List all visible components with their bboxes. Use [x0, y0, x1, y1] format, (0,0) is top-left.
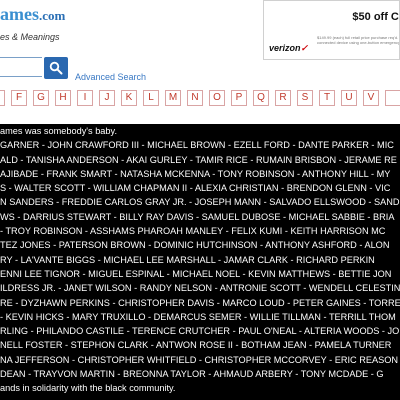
memorial-line: S - WALTER SCOTT - WILLIAM CHAPMAN II - …: [0, 183, 391, 194]
logo-suffix: .com: [39, 8, 66, 23]
ad-fine-print: $149.99 (each) full retail price purchas…: [317, 35, 400, 45]
memorial-line: NA JEFFERSON - CHRISTOPHER WHITFIELD - C…: [0, 354, 400, 365]
letter-link-w-partial[interactable]: [385, 90, 400, 106]
memorial-line: - KEVIN HICKS - MARY TRUXILLO - DEMARCUS…: [0, 311, 396, 322]
memorial-line: RLING - PHILANDO CASTILE - TERENCE CRUTC…: [0, 326, 400, 337]
memorial-line: TEZ JONES - PATERSON BROWN - DOMINIC HUT…: [0, 240, 390, 251]
letter-link-e-partial[interactable]: [0, 90, 5, 106]
memorial-line: - TROY ROBINSON - ASSHAMS PHAROAH MANLEY…: [0, 226, 386, 237]
letter-link-f[interactable]: F: [11, 90, 27, 106]
advanced-search-link[interactable]: Advanced Search: [75, 72, 146, 82]
letter-link-m[interactable]: M: [165, 90, 181, 106]
letter-link-r[interactable]: R: [275, 90, 291, 106]
logo-text: ames: [0, 4, 39, 24]
memorial-line: RY - LA'VANTE BIGGS - MICHAEL LEE MARSHA…: [0, 254, 375, 265]
memorial-line: ILDRESS JR. - JANET WILSON - RANDY NELSO…: [0, 283, 400, 294]
ad-brand-logo: verizon✓: [269, 43, 308, 54]
advertisement-banner[interactable]: $50 off Ca $149.99 (each) full retail pr…: [263, 0, 400, 60]
memorial-banner: ames was somebody's baby. GARNER - JOHN …: [0, 124, 400, 400]
letter-link-s[interactable]: S: [297, 90, 313, 106]
letter-link-o[interactable]: O: [209, 90, 225, 106]
letter-link-i[interactable]: I: [77, 90, 93, 106]
letter-link-u[interactable]: U: [341, 90, 357, 106]
memorial-line: ENNI LEE TIGNOR - MIGUEL ESPINAL - MICHA…: [0, 268, 392, 279]
memorial-line: ALD - TANISHA ANDERSON - AKAI GURLEY - T…: [0, 154, 397, 165]
alphabet-nav: F G H I J K L M N O P Q R S T U V: [0, 90, 400, 106]
letter-link-k[interactable]: K: [121, 90, 137, 106]
ad-brand-text: verizon: [269, 43, 301, 53]
site-logo[interactable]: ames.com: [0, 4, 65, 25]
memorial-line: AJIBADE - FRANK SMART - NATASHA MCKENNA …: [0, 168, 391, 179]
letter-link-g[interactable]: G: [33, 90, 49, 106]
letter-link-q[interactable]: Q: [253, 90, 269, 106]
search-input[interactable]: [0, 57, 42, 77]
search-button[interactable]: [44, 57, 68, 79]
memorial-line: DEAN - TRAYVON MARTIN - BREONNA TAYLOR -…: [0, 369, 384, 380]
letter-link-p[interactable]: P: [231, 90, 247, 106]
memorial-text: ames was somebody's baby. GARNER - JOHN …: [0, 124, 400, 396]
memorial-line: GARNER - JOHN CRAWFORD III - MICHAEL BRO…: [0, 140, 394, 151]
letter-link-n[interactable]: N: [187, 90, 203, 106]
memorial-heading: ames was somebody's baby.: [0, 126, 117, 136]
memorial-footer: ands in solidarity with the black commun…: [0, 383, 176, 394]
memorial-line: WS - DARRIUS STEWART - BILLY RAY DAVIS -…: [0, 211, 395, 222]
letter-link-t[interactable]: T: [319, 90, 335, 106]
letter-link-v[interactable]: V: [363, 90, 379, 106]
memorial-line: NELL FOSTER - STEPHON CLARK - ANTWON ROS…: [0, 340, 392, 351]
search-icon: [49, 61, 63, 75]
memorial-line: N SANDERS - FREDDIE CARLOS GRAY JR. - JO…: [0, 197, 400, 208]
letter-link-l[interactable]: L: [143, 90, 159, 106]
checkmark-icon: ✓: [300, 43, 309, 53]
site-tagline: es & Meanings: [0, 32, 60, 42]
ad-headline: $50 off Ca: [352, 11, 400, 23]
letter-link-h[interactable]: H: [55, 90, 71, 106]
memorial-line: RE - DYZHAWN PERKINS - CHRISTOPHER DAVIS…: [0, 297, 400, 308]
letter-link-j[interactable]: J: [99, 90, 115, 106]
